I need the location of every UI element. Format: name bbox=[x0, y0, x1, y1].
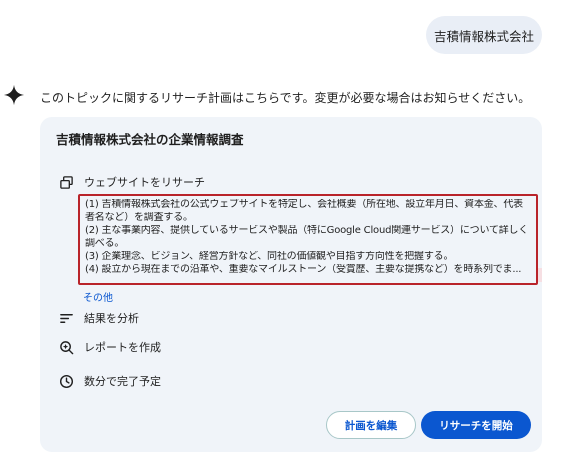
more-details-link[interactable]: その他 bbox=[83, 289, 113, 304]
plan-detail-line: (2) 主な事業内容、提供しているサービスや製品（特にGoogle Cloud関… bbox=[85, 224, 529, 236]
plan-details-box[interactable]: (1) 吉積情報株式会社の公式ウェブサイトを特定し、会社概要（所在地、設立年月日… bbox=[78, 194, 538, 285]
step-label: 数分で完了予定 bbox=[84, 375, 161, 388]
user-message-text: 吉積情報株式会社 bbox=[433, 28, 534, 44]
web-search-icon bbox=[58, 174, 74, 190]
user-message-bubble: 吉積情報株式会社 bbox=[426, 16, 542, 54]
plan-detail-line: (1) 吉積情報株式会社の公式ウェブサイトを特定し、会社概要（所在地、設立年月日… bbox=[85, 199, 523, 210]
response-text: このトピックに関するリサーチ計画はこちらです。変更が必要な場合はお知らせください… bbox=[40, 91, 531, 105]
research-plan-card: 吉積情報株式会社の企業情報調査 ウェブサイトをリサーチ (1) 吉積情報株式会社… bbox=[40, 117, 542, 452]
plan-detail-line: 調べる。 bbox=[85, 237, 125, 249]
step-analyze: 結果を分析 bbox=[58, 310, 139, 326]
plan-detail-line: (3) 企業理念、ビジョン、経営方針など、同社の価値観や目指す方向性を把握する。 bbox=[85, 250, 454, 262]
gemini-spark-icon bbox=[3, 84, 25, 106]
step-web-research: ウェブサイトをリサーチ bbox=[58, 174, 205, 190]
clock-icon bbox=[58, 373, 74, 389]
plan-title: 吉積情報株式会社の企業情報調査 bbox=[56, 132, 244, 147]
plan-detail-line: 者名など）を調査する。 bbox=[85, 211, 193, 223]
plan-detail-line: (4) 設立から現在までの沿革や、重要なマイルストーン（受賞歴、主要な提携など）… bbox=[85, 263, 522, 275]
step-create-report: レポートを作成 bbox=[58, 339, 161, 355]
step-label: レポートを作成 bbox=[84, 341, 161, 354]
report-icon bbox=[58, 339, 74, 355]
edit-plan-button[interactable]: 計画を編集 bbox=[326, 411, 416, 439]
start-research-button[interactable]: リサーチを開始 bbox=[421, 411, 531, 439]
step-eta: 数分で完了予定 bbox=[58, 373, 161, 389]
step-label: ウェブサイトをリサーチ bbox=[84, 176, 205, 189]
scroll-indicator bbox=[538, 268, 542, 282]
step-label: 結果を分析 bbox=[84, 312, 139, 325]
analyze-icon bbox=[58, 310, 74, 326]
